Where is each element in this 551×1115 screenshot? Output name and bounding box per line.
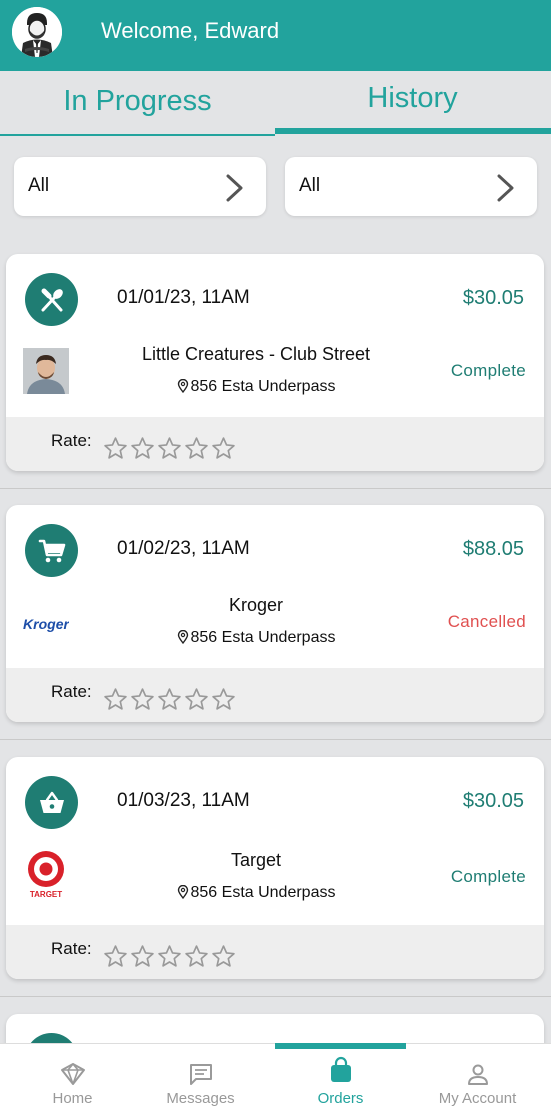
order-status: Cancelled [447, 612, 526, 631]
welcome-text: Welcome, Edward [101, 18, 280, 43]
kroger-logo-icon: Kroger [23, 599, 69, 645]
divider [0, 996, 551, 997]
star-icon[interactable] [130, 687, 155, 712]
rate-label: Rate: [51, 682, 92, 701]
star-icon[interactable] [157, 944, 182, 969]
star-icon[interactable] [130, 436, 155, 461]
divider [0, 488, 551, 489]
active-tab-indicator [275, 128, 551, 134]
order-price: $88.05 [462, 538, 524, 560]
store-name: Kroger [228, 595, 284, 615]
nav-messages[interactable]: Messages [132, 1044, 269, 1115]
nav-orders[interactable]: Orders [272, 1044, 409, 1115]
person-photo-icon [23, 348, 69, 394]
star-icon[interactable] [211, 687, 236, 712]
filter-dropdown-1[interactable]: All [14, 157, 266, 216]
address-text: 856 Esta Underpass [190, 884, 336, 901]
star-rating [103, 687, 236, 712]
order-status: Complete [450, 867, 526, 886]
store-address: 856 Esta Underpass [66, 378, 446, 396]
address-text: 856 Esta Underpass [190, 378, 336, 395]
star-icon[interactable] [103, 687, 128, 712]
store-logo [23, 348, 69, 394]
nav-my-account[interactable]: My Account [409, 1044, 546, 1115]
chevron-right-icon [497, 174, 514, 202]
order-date: 01/01/23, 11AM [117, 287, 250, 308]
order-tabs: In Progress History [0, 71, 551, 137]
filter-label: All [28, 175, 50, 196]
star-icon[interactable] [184, 436, 209, 461]
category-badge [25, 273, 78, 326]
star-icon[interactable] [130, 944, 155, 969]
active-nav-indicator [275, 1043, 406, 1049]
cart-icon [38, 539, 65, 562]
store-address: 856 Esta Underpass [66, 884, 446, 902]
star-icon[interactable] [103, 436, 128, 461]
filter-dropdown-2[interactable]: All [285, 157, 537, 216]
chevron-right-icon [226, 174, 243, 202]
order-status: Complete [450, 361, 526, 380]
nav-label: My Account [438, 1090, 517, 1107]
location-pin-icon [177, 885, 188, 899]
kroger-logo-text: Kroger [23, 616, 69, 632]
rate-label: Rate: [51, 939, 92, 958]
star-rating [103, 944, 236, 969]
star-icon[interactable] [157, 687, 182, 712]
location-pin-icon [177, 379, 188, 393]
messages-icon [189, 1064, 212, 1085]
store-name: Little Creatures - Club Street [141, 344, 371, 364]
tab-underline [0, 134, 275, 136]
star-icon[interactable] [184, 944, 209, 969]
category-badge [25, 776, 78, 829]
store-address: 856 Esta Underpass [66, 629, 446, 647]
order-card[interactable]: 01/01/23, 11AM $30.05 Little Creatures -… [6, 254, 544, 471]
app-header: Welcome, Edward [0, 0, 551, 71]
star-icon[interactable] [211, 436, 236, 461]
nav-label: Orders [317, 1090, 364, 1107]
address-text: 856 Esta Underpass [190, 629, 336, 646]
store-name: Target [230, 850, 282, 870]
category-badge [25, 524, 78, 577]
order-date: 01/03/23, 11AM [117, 790, 250, 811]
avatar[interactable] [12, 7, 62, 57]
location-pin-icon [177, 630, 188, 644]
rating-bar: Rate: [6, 668, 544, 722]
home-icon [60, 1063, 85, 1085]
basket-icon [39, 791, 64, 813]
star-icon[interactable] [103, 944, 128, 969]
order-card[interactable]: 01/03/23, 11AM $30.05 TARGET Target 856 … [6, 757, 544, 979]
target-logo-icon: TARGET [23, 849, 69, 899]
rating-bar: Rate: [6, 925, 544, 979]
bottom-navigation: Home Messages Orders My Account [0, 1043, 551, 1115]
target-logo-text: TARGET [30, 890, 62, 899]
rating-bar: Rate: [6, 417, 544, 471]
account-icon [467, 1064, 488, 1085]
orders-history-screen: Welcome, Edward In Progress History All … [0, 0, 551, 1115]
star-icon[interactable] [211, 944, 236, 969]
rate-label: Rate: [51, 431, 92, 450]
star-icon[interactable] [184, 687, 209, 712]
user-avatar-icon [12, 7, 62, 57]
order-price: $30.05 [462, 790, 524, 812]
order-date: 01/02/23, 11AM [117, 538, 250, 559]
star-icon[interactable] [157, 436, 182, 461]
star-rating [103, 436, 236, 461]
store-logo: Kroger [23, 599, 69, 645]
order-card[interactable]: 01/02/23, 11AM $88.05 Kroger Kroger 856 … [6, 505, 544, 722]
filter-label: All [299, 175, 321, 196]
divider [0, 739, 551, 740]
shopping-bag-icon [330, 1056, 351, 1082]
nav-label: Home [52, 1090, 93, 1107]
store-logo: TARGET [23, 849, 69, 899]
nav-home[interactable]: Home [4, 1044, 141, 1115]
order-price: $30.05 [462, 287, 524, 309]
utensils-icon [41, 288, 63, 311]
tab-in-progress[interactable]: In Progress [0, 71, 275, 137]
nav-label: Messages [166, 1090, 235, 1107]
